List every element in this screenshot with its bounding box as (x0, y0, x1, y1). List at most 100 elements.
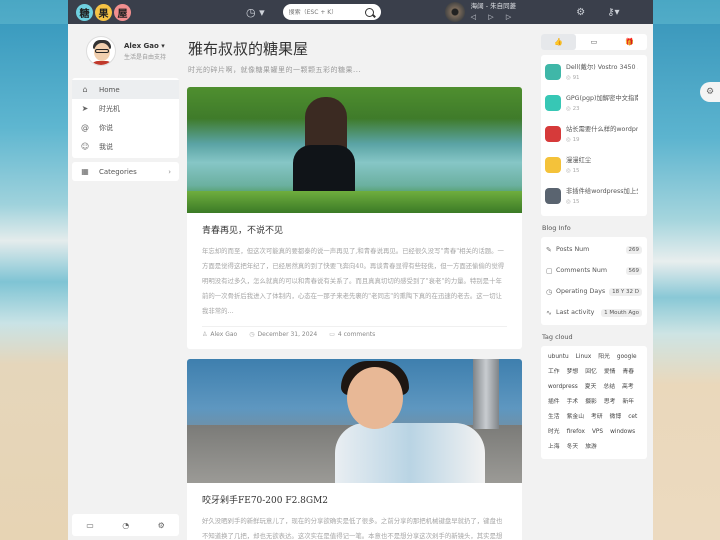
blog-info-item: ∿ Last activity 1 Mouth Ago (546, 302, 642, 323)
hot-posts-list: Dell(戴尔) Vostro 3450 黑苹果 ◎ 91 GPG(pgp)加解密中… (541, 55, 647, 216)
tag-link[interactable]: 总结 (601, 382, 617, 393)
tab-random[interactable]: 🎁 (612, 34, 647, 50)
tag-link[interactable]: 新年 (620, 397, 636, 408)
tag-link[interactable]: 思考 (602, 397, 618, 408)
post-excerpt: 好久没晒剁手的新鲜玩意儿了，现在的分享欲确实是低了很多。之前分享的那把机械键盘早… (202, 517, 503, 540)
grid-icon: ▦ (81, 167, 89, 176)
blog-info-heading: Blog Info (542, 224, 571, 232)
tag-link[interactable]: ubuntu (546, 352, 571, 363)
stat-label: Comments Num (556, 267, 607, 274)
stat-icon: ∿ (546, 308, 552, 317)
clock-dropdown[interactable]: ◷ ▾ (246, 6, 265, 19)
tag-link[interactable]: firefox (565, 427, 587, 438)
tag-link[interactable]: 手术 (565, 397, 581, 408)
post-icon (545, 64, 561, 80)
hot-post-title[interactable]: GPG(pgp)加解密中文指南 (566, 93, 638, 102)
stat-label: Last activity (556, 309, 595, 316)
logo-char: 果 (95, 3, 112, 21)
clock-icon: ◷ (249, 331, 255, 338)
tag-link[interactable]: 上海 (546, 442, 562, 453)
post-title[interactable]: 咬牙剁手FE70-200 F2.8GM2 (202, 493, 507, 506)
tag-link[interactable]: VPS (590, 427, 605, 438)
album-cover[interactable] (444, 2, 465, 22)
post-card: 咬牙剁手FE70-200 F2.8GM2 好久没晒剁手的新鲜玩意儿了，现在的分享… (187, 359, 522, 540)
hot-post-views: ◎ 23 (566, 106, 580, 112)
post-comments[interactable]: 4 comments (338, 331, 375, 338)
tag-link[interactable]: cet (626, 412, 639, 423)
music-player: 海阔 - 朱自同菱 ◁ ▷ ▷ (444, 2, 517, 23)
tag-link[interactable]: 冬天 (565, 442, 581, 453)
site-logo[interactable]: 糖 果 屋 (76, 3, 131, 21)
tag-link[interactable]: 回忆 (583, 367, 599, 378)
settings-icon[interactable]: ⚙ (576, 7, 585, 18)
post-title[interactable]: 青春再见，不说不见 (202, 223, 507, 236)
search-box[interactable] (282, 4, 381, 20)
tag-link[interactable]: 工作 (546, 367, 562, 378)
stat-icon: ✎ (546, 245, 552, 254)
tag-link[interactable]: 青春 (620, 367, 636, 378)
post-thumbnail[interactable] (187, 359, 522, 483)
left-footer: ▭ ◔ ⚙ (72, 514, 179, 536)
nav-item-i-say[interactable]: ☺ 我说 (72, 137, 179, 156)
top-navbar: 糖 果 屋 ◷ ▾ 海阔 - 朱自同菱 ◁ ▷ ▷ ⚙ ⚷▾ (68, 0, 653, 24)
nav-item-label: 我说 (99, 142, 113, 151)
nav-item-you-say[interactable]: @ 你说 (72, 118, 179, 137)
post-icon (545, 188, 561, 204)
message-icon[interactable]: ▭ (86, 521, 94, 530)
tag-link[interactable]: 旅游 (583, 442, 599, 453)
hot-post-title[interactable]: Dell(戴尔) Vostro 3450 黑苹果 (566, 62, 638, 71)
avatar[interactable] (86, 36, 116, 66)
hot-post-item[interactable]: 漫漫红尘 ◎ 15 (545, 151, 643, 182)
settings-icon[interactable]: ⚙ (158, 521, 165, 530)
nav-item-label: Home (99, 85, 120, 94)
tag-link[interactable]: 梦想 (565, 367, 581, 378)
tag-link[interactable]: 生活 (546, 412, 562, 423)
nav-item-home[interactable]: ⌂ Home (72, 80, 179, 99)
search-icon[interactable] (364, 7, 374, 17)
hot-post-item[interactable]: GPG(pgp)加解密中文指南 ◎ 23 (545, 89, 643, 120)
tag-link[interactable]: wordpress (546, 382, 580, 393)
tag-link[interactable]: 阳光 (596, 352, 612, 363)
tag-link[interactable]: Linux (574, 352, 594, 363)
tag-link[interactable]: 考研 (589, 412, 605, 423)
user-icon: ♙ (202, 331, 208, 338)
main-content: 雅布叔叔的糖果屋 时光的碎片啊，就像糖果罐里的一颗颗五彩的糖果... 青春再见，… (183, 24, 536, 540)
tab-comments[interactable]: ▭ (576, 34, 611, 50)
post-thumbnail[interactable] (187, 87, 522, 213)
hot-post-title[interactable]: 漫漫红尘 (566, 155, 638, 164)
hot-post-item[interactable]: 非插件给wordpress加上分享 ◎ 15 (545, 182, 643, 213)
tag-link[interactable]: 爱情 (602, 367, 618, 378)
profile-name[interactable]: Alex Gao ▾ (124, 42, 166, 50)
comment-icon: ▭ (329, 331, 335, 338)
tag-link[interactable]: 夏天 (583, 382, 599, 393)
tag-link[interactable]: 摄影 (583, 397, 599, 408)
tag-link[interactable]: 时光 (546, 427, 562, 438)
post-meta: ♙ Alex Gao ◷ December 31, 2024 ▭ 4 comments (202, 326, 507, 340)
stat-value: 269 (625, 245, 642, 254)
post-icon (545, 157, 561, 173)
post-excerpt: 年忘却的而至，但这次可能真的要都泰的说一声再见了,和青春说再见。已经很久没写"青… (202, 247, 505, 315)
stat-icon: ◷ (546, 287, 553, 296)
tag-link[interactable]: google (615, 352, 639, 363)
floating-settings-icon[interactable]: ⚙ (700, 82, 720, 102)
hot-post-item[interactable]: 站长需要什么样的wordpress主题 ◎ 19 (545, 120, 643, 151)
search-input[interactable] (288, 8, 365, 16)
logo-char: 糖 (76, 3, 93, 21)
tag-link[interactable]: 紫金山 (565, 412, 586, 423)
hot-post-item[interactable]: Dell(戴尔) Vostro 3450 黑苹果 ◎ 91 (545, 58, 643, 89)
player-controls[interactable]: ◁ ▷ ▷ (471, 12, 517, 23)
key-icon[interactable]: ⚷▾ (607, 7, 619, 18)
tag-link[interactable]: 插件 (546, 397, 562, 408)
tag-link[interactable]: 高考 (620, 382, 636, 393)
blog-info-item: ◷ Operating Days 18 Y 32 D (546, 281, 642, 302)
nav-item-timemachine[interactable]: ➤ 时光机 (72, 99, 179, 118)
hot-post-title[interactable]: 站长需要什么样的wordpress主题 (566, 124, 638, 133)
tag-link[interactable]: windows (608, 427, 637, 438)
rss-icon[interactable]: ◔ (122, 521, 129, 530)
hot-post-title[interactable]: 非插件给wordpress加上分享 (566, 186, 638, 195)
tab-hot[interactable]: 👍 (541, 34, 577, 50)
blog-info-item: ✎ Posts Num 269 (546, 239, 642, 260)
gift-icon: 🎁 (624, 38, 634, 46)
tag-link[interactable]: 微博 (608, 412, 624, 423)
nav-item-categories[interactable]: ▦ Categories › (72, 162, 179, 181)
